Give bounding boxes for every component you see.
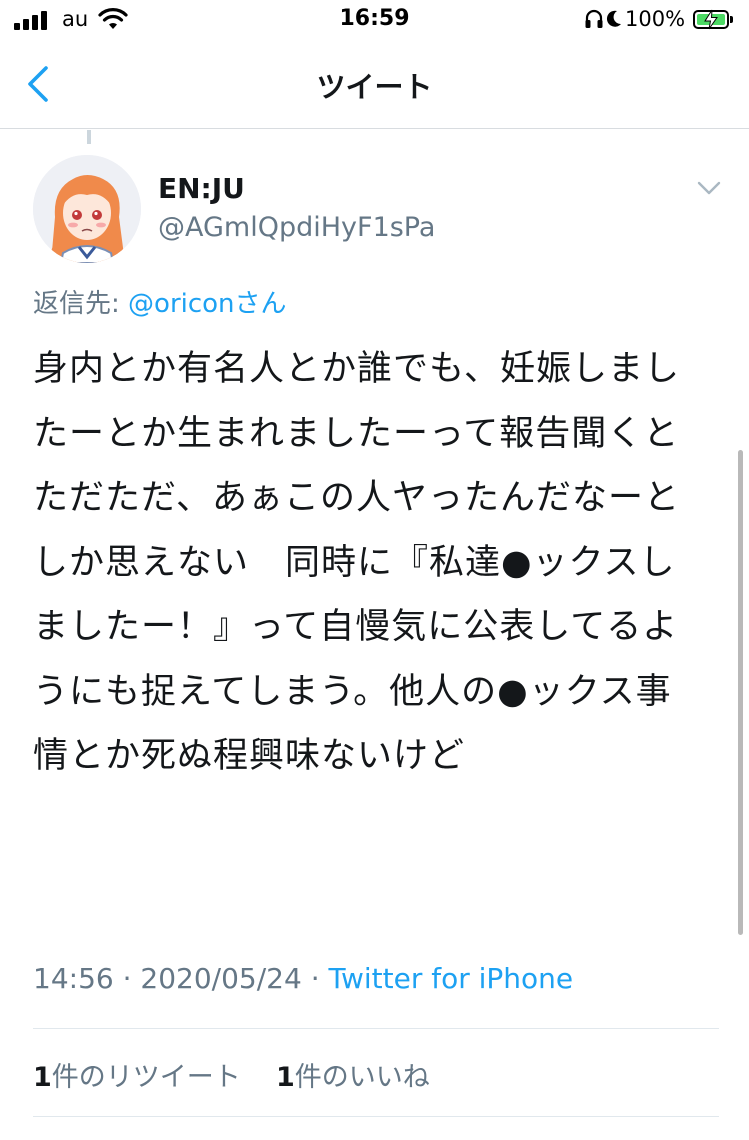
charging-bolt-icon: [704, 9, 718, 30]
thread-connector-line: [87, 130, 91, 144]
retweet-label: 件のリツイート: [51, 1062, 241, 1093]
like-count: 1: [275, 1062, 295, 1093]
user-handle[interactable]: @AGmlQpdiHyF1sPa: [158, 212, 435, 243]
tweet-time: 14:56: [33, 962, 114, 995]
status-bar: au 16:59 100%: [0, 0, 749, 40]
battery-nub: [730, 16, 733, 23]
divider: [33, 1116, 719, 1117]
tweet-metadata: 14:56 · 2020/05/24 · Twitter for iPhone: [33, 962, 573, 995]
headphones-icon: [585, 9, 603, 28]
retweet-stat[interactable]: 1件のリツイート: [33, 1062, 241, 1093]
chevron-down-icon: [697, 181, 721, 195]
retweet-count: 1: [33, 1062, 52, 1093]
display-name[interactable]: EN:JU: [158, 172, 245, 205]
like-label: 件のいいね: [294, 1062, 430, 1093]
meta-separator: ·: [113, 962, 141, 995]
tweet-stats: 1件のリツイート 1件のいいね: [33, 1055, 430, 1094]
avatar[interactable]: [33, 155, 141, 263]
more-options-button[interactable]: [694, 176, 724, 200]
like-stat[interactable]: 1件のいいね: [276, 1062, 430, 1093]
scrollbar[interactable]: [738, 450, 743, 935]
reply-to-label: 返信先:: [33, 289, 129, 319]
tweet-date: 2020/05/24: [140, 962, 302, 995]
battery-percent: 100%: [625, 7, 686, 31]
reply-to-line: 返信先: @oriconさん: [33, 283, 287, 320]
tweet-text: 身内とか有名人とか誰でも、妊娠しましたーとか生まれましたーって報告聞くと ただた…: [33, 349, 716, 776]
reply-mention-link[interactable]: @oriconさん: [128, 289, 287, 319]
tweet-source-link[interactable]: Twitter for iPhone: [329, 962, 574, 995]
avatar-image: [33, 155, 141, 263]
page-title: ツイート: [316, 70, 433, 104]
divider: [33, 1028, 719, 1029]
meta-separator: ·: [301, 962, 329, 995]
moon-icon: [606, 10, 621, 27]
navigation-bar: ツイート: [0, 42, 749, 129]
